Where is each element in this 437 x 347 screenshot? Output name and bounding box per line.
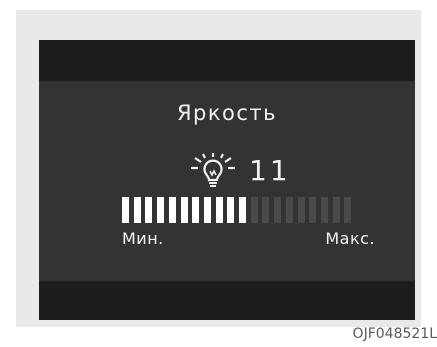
bar-segment-on bbox=[204, 197, 211, 223]
bar-segment-on bbox=[239, 197, 246, 223]
bar-segment-off bbox=[321, 197, 328, 223]
bar-segment-off bbox=[298, 197, 305, 223]
bar-segment-on bbox=[181, 197, 188, 223]
bar-segment-off bbox=[333, 197, 340, 223]
bar-segment-on bbox=[157, 197, 164, 223]
display-bottom-band bbox=[39, 281, 415, 320]
cluster-display: Яркость 11 Мин. Макс. bbox=[39, 40, 415, 320]
bulb-brightness-icon bbox=[191, 153, 235, 187]
bar-segment-off bbox=[286, 197, 293, 223]
figure-code: OJF048521L bbox=[352, 326, 437, 342]
bar-segment-off bbox=[344, 197, 351, 223]
bar-segment-on bbox=[145, 197, 152, 223]
bar-segment-on bbox=[216, 197, 223, 223]
display-top-band bbox=[39, 40, 415, 81]
bar-segment-on bbox=[227, 197, 234, 223]
bar-segment-off bbox=[262, 197, 269, 223]
bar-segment-on bbox=[122, 197, 129, 223]
bar-segment-on bbox=[169, 197, 176, 223]
scale-max-label: Макс. bbox=[325, 229, 375, 248]
bar-segment-off bbox=[309, 197, 316, 223]
page-title: Яркость bbox=[176, 101, 278, 125]
bar-segment-on bbox=[134, 197, 141, 223]
bar-segment-off bbox=[251, 197, 258, 223]
bar-segment-off bbox=[274, 197, 281, 223]
scale-min-label: Мин. bbox=[122, 229, 164, 248]
brightness-level-bar bbox=[122, 197, 354, 223]
brightness-value: 11 bbox=[249, 154, 291, 187]
bar-segment-on bbox=[192, 197, 199, 223]
